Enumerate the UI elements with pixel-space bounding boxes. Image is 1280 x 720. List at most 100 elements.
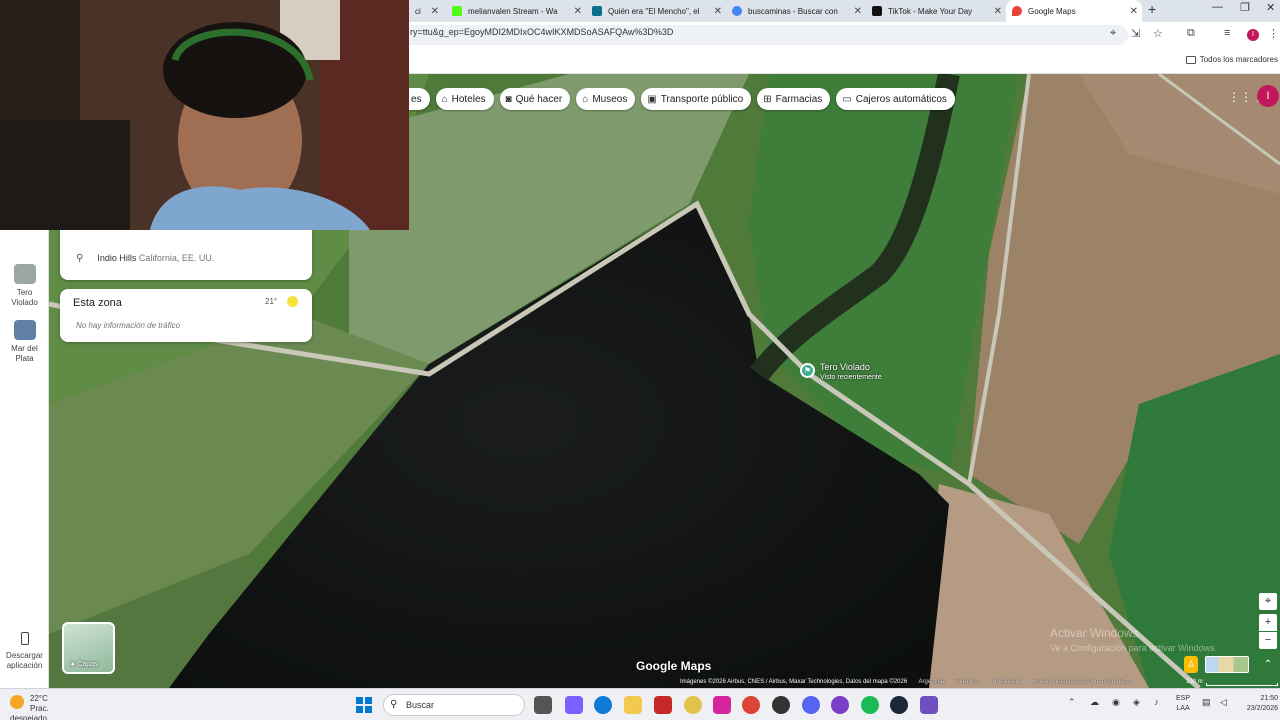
chip-partial[interactable]: es [409,88,430,110]
instagram-icon[interactable] [713,696,731,714]
recent-place-item[interactable]: ⚲ Indio Hills California, EE. UU. [76,253,214,264]
tab-4[interactable]: TikTok - Make Your Day ✕ [866,0,1006,22]
area-info-card[interactable]: Esta zona 21° No hay información de tráf… [60,289,312,342]
chip-label: es [411,93,422,105]
restore-button[interactable]: ❐ [1240,1,1250,14]
scale-label[interactable]: 100 m [1186,679,1203,685]
app-icon[interactable] [920,696,938,714]
chip-que-hacer[interactable]: ◙ Qué hacer [499,88,571,110]
news-icon [592,6,602,16]
close-icon[interactable]: ✕ [854,6,862,17]
traffic-note: No hay información de tráfico [76,321,181,330]
tab-0[interactable]: ci ✕ [409,0,443,22]
close-icon[interactable]: ✕ [574,6,582,17]
sun-icon [287,296,298,307]
microphone-icon[interactable]: ♪ [1154,697,1159,707]
app-icon[interactable] [772,696,790,714]
close-icon[interactable]: ✕ [431,6,439,17]
app-icon[interactable] [831,696,849,714]
rail-label: Descargar [6,651,43,660]
map-type-thumbnails[interactable] [1205,656,1249,673]
search-placeholder: Buscar [406,700,435,710]
place-marker-icon[interactable]: ⚑ [800,363,815,378]
taskbar-search[interactable]: ⚲ Buscar [383,694,525,716]
search-icon: ⚲ [390,699,398,710]
layers-button[interactable]: ◈ Capas [62,622,115,674]
folder-icon [1185,55,1196,64]
windows-start-icon[interactable] [356,697,372,713]
webcam-feed-image [0,0,409,230]
chevron-up-icon[interactable]: ⌃ [1068,697,1076,708]
chevron-up-icon[interactable]: ⌃ [1259,656,1277,673]
place-sublabel: Visto recientemente [820,374,882,381]
menu-icon[interactable]: ⋮ [1268,27,1279,40]
kick-icon [452,6,462,16]
task-view-icon[interactable] [534,696,552,714]
tab-google-maps[interactable]: Google Maps ✕ [1006,0,1142,22]
clock-time: 21:50 [1260,695,1278,702]
media-icon[interactable]: ≡ [1224,27,1230,39]
chip-label: Farmacias [775,93,823,105]
profile-avatar[interactable]: I [1247,29,1259,41]
volume-icon[interactable]: ◁ [1220,697,1227,708]
discord-icon[interactable] [802,696,820,714]
rail-item-mar-del-plata[interactable]: Mar del Plata [0,320,49,364]
minimize-button[interactable]: — [1212,1,1223,13]
side-rail: Tero Violado Mar del Plata Descargar apl… [0,230,49,688]
webcam-overlay [0,0,409,230]
my-location-button[interactable]: ⌖ [1259,593,1277,610]
cloud-icon[interactable]: ☁ [1090,697,1099,708]
weather-icon [10,695,24,709]
zoom-out-button[interactable]: − [1259,632,1277,649]
chip-farmacias[interactable]: ⊞ Farmacias [757,88,831,110]
footer-link-feedback[interactable]: Enviar comentarios sobre el producto [1032,679,1131,685]
close-window-button[interactable]: ✕ [1266,1,1275,14]
app-icon[interactable] [684,696,702,714]
close-icon[interactable]: ✕ [1130,6,1138,17]
close-icon[interactable]: ✕ [994,6,1002,17]
rail-item-download-app[interactable]: Descargar aplicación [0,632,49,671]
url-text[interactable]: ry=ttu&g_ep=EgoyMDI2MDIxOC4wIKXMDSoASAFQ… [410,27,673,37]
weather-widget[interactable]: 22°C Prac. despejado [10,694,68,720]
network-icon[interactable]: ▤ [1202,697,1211,708]
winrar-icon[interactable] [654,696,672,714]
attribution-text: Imágenes ©2026 Airbus, CNES / Airbus, Ma… [680,679,908,685]
recent-place-region: California, EE. UU. [138,253,215,263]
footer-link-country[interactable]: Argentina [919,679,945,685]
zoom-in-button[interactable]: + [1259,614,1277,631]
chrome-icon[interactable] [742,696,760,714]
all-bookmarks-button[interactable]: Todos los marcadores [1185,55,1278,64]
copilot-icon[interactable] [565,696,583,714]
steam-icon[interactable] [890,696,908,714]
chip-label: Qué hacer [515,93,563,105]
new-tab-button[interactable]: + [1148,1,1156,17]
tab-label: Google Maps [1028,6,1076,16]
close-icon[interactable]: ✕ [714,6,722,17]
language-indicator[interactable]: ESP LAA [1176,694,1190,714]
spotify-icon[interactable] [861,696,879,714]
chip-museos[interactable]: ⌂ Museos [576,88,636,110]
pharmacy-icon: ⊞ [763,93,772,105]
place-thumbnail [13,264,36,284]
account-avatar[interactable]: I [1257,85,1279,107]
star-icon[interactable]: ☆ [1153,27,1163,40]
location-icon[interactable]: ⌖ [1110,27,1116,40]
footer-link-privacy[interactable]: Privacidad [992,679,1020,685]
install-icon[interactable]: ⇲ [1131,27,1140,40]
street-view-pegman-icon[interactable]: ♙ [1184,656,1198,673]
extensions-icon[interactable]: ⧉ [1187,27,1195,40]
edge-icon[interactable] [594,696,612,714]
tray-app-icon[interactable]: ◉ [1112,697,1120,708]
file-explorer-icon[interactable] [624,696,642,714]
rail-item-tero-violado[interactable]: Tero Violado [0,264,49,308]
tray-app-icon[interactable]: ◈ [1133,697,1140,708]
footer-link-terms[interactable]: Términos [956,679,981,685]
system-clock[interactable]: 21:50 23/2/2026 [1238,694,1278,714]
tab-1[interactable]: melianvalen Stream - Wa ✕ [446,0,586,22]
tab-2[interactable]: Quién era "El Mencho", el ✕ [586,0,726,22]
chip-transporte[interactable]: ▣ Transporte público [641,88,752,110]
tab-3[interactable]: buscaminas - Buscar con ✕ [726,0,866,22]
chip-hoteles[interactable]: ⌂ Hoteles [435,88,494,110]
chip-cajeros[interactable]: ▭ Cajeros automáticos [836,88,955,110]
place-label[interactable]: Tero Violado [820,362,870,372]
